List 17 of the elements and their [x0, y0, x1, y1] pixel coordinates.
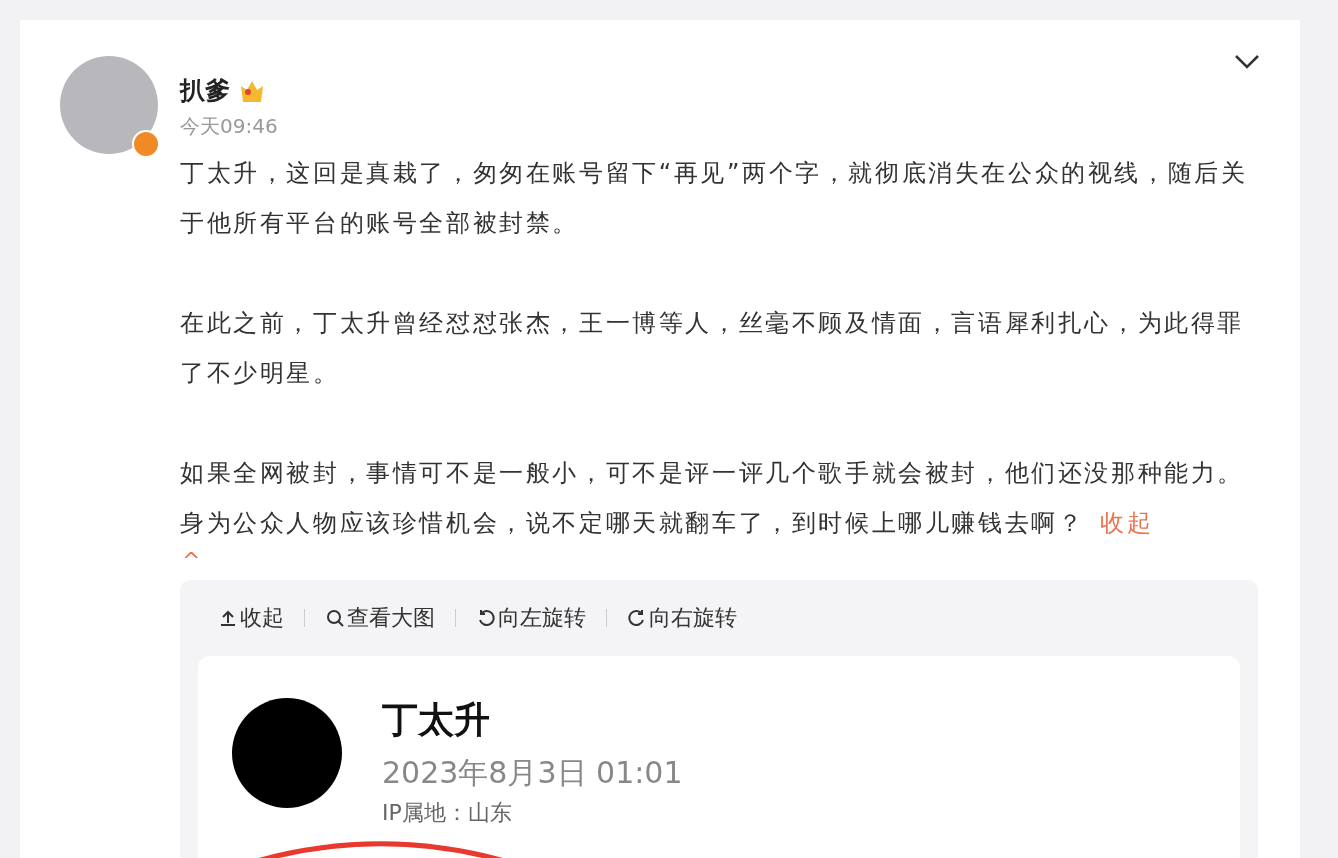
author-name[interactable]: 扒爹 — [180, 74, 230, 107]
profile-location: IP属地：山东 — [382, 799, 513, 827]
toolbar-button[interactable]: 收起 — [218, 603, 284, 633]
toolbar-button[interactable]: 查看大图 — [325, 603, 435, 633]
rotate-right-icon — [627, 608, 647, 628]
post-text: 如果全网被封，事情可不是一般小，可不是评一评几个歌手就会被封，他们还没那种能力。身为公众人物应该珍惜机会，说不定哪天就翻车了，到时候上哪儿赚钱去啊？ 收起 — [180, 458, 1245, 539]
post-text: 丁太升，这回是真栽了，匆匆在账号留下“再见”两个字，就彻底消失在公众的视线，随后关于他所有平台的账号全部被封禁。 — [180, 158, 1249, 239]
post-time: 今天09:46 — [180, 113, 279, 140]
profile-name: 丁太升 — [382, 698, 491, 742]
search-icon — [325, 608, 345, 628]
rotate-left-icon — [476, 608, 496, 628]
post-text: 在此之前，丁太升曾经怼怼张杰，王一博等人，丝毫不顾及情面，言语犀利扎心，为此得罪了不少明星。 — [180, 308, 1245, 389]
chevron-down-icon[interactable] — [1234, 54, 1260, 70]
toolbar-button[interactable]: 向右旋转 — [627, 603, 737, 633]
upload-arrow-icon — [218, 608, 238, 628]
profile-date: 2023年8月3日 01:01 — [382, 754, 683, 792]
toolbar-button[interactable]: 向左旋转 — [476, 603, 586, 633]
